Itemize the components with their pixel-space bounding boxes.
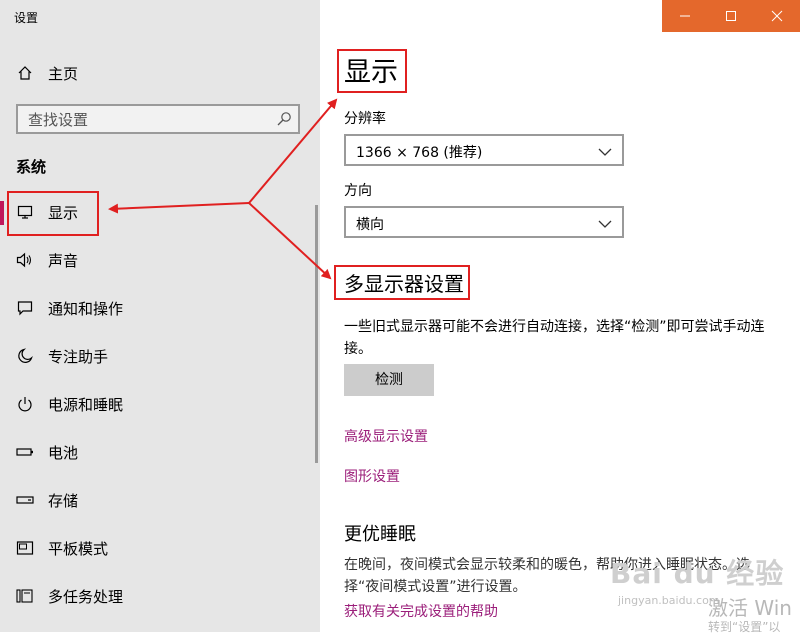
storage-icon [16,491,34,509]
search-field[interactable] [16,104,300,134]
sidebar-item-storage[interactable]: 存储 [0,478,320,522]
search-input[interactable] [26,109,270,131]
annotation-box [7,191,99,236]
sidebar-scrollbar[interactable] [315,205,318,463]
sidebar-item-label: 专注助手 [48,347,109,366]
detect-button[interactable]: 检测 [344,364,434,396]
sidebar: 设置 主页 系统 显示 声音 通知和操作 专注助手 [0,0,320,632]
sidebar-item-label: 平板模式 [48,539,109,558]
sidebar-item-sound[interactable]: 声音 [0,238,320,282]
annotation-box [337,49,407,93]
sidebar-item-label: 主页 [48,64,79,83]
sidebar-item-home[interactable]: 主页 [0,51,320,95]
resolution-value: 1366 × 768 (推荐) [356,145,483,161]
resolution-dropdown[interactable]: 1366 × 768 (推荐) [344,134,624,166]
resolution-label: 分辨率 [344,111,386,127]
tablet-icon [16,539,34,557]
section-heading: 系统 [16,158,47,176]
sidebar-item-multitasking[interactable]: 多任务处理 [0,574,320,618]
sidebar-item-label: 电源和睡眠 [48,395,124,414]
window-title: 设置 [14,11,39,25]
orientation-label: 方向 [344,183,372,199]
help-link[interactable]: 获取有关完成设置的帮助 [344,601,498,621]
sidebar-item-label: 通知和操作 [48,299,124,318]
main-content: 显示 分辨率 1366 × 768 (推荐) 方向 横向 多显示器设置 一些旧式… [320,0,800,632]
annotation-box [334,265,470,300]
home-icon [16,64,34,82]
sidebar-item-label: 存储 [48,491,79,510]
moon-icon [16,347,34,365]
battery-icon [16,443,34,461]
graphics-settings-link[interactable]: 图形设置 [344,466,400,486]
chevron-down-icon [598,217,612,228]
sidebar-item-focus-assist[interactable]: 专注助手 [0,334,320,378]
sidebar-item-power-sleep[interactable]: 电源和睡眠 [0,382,320,426]
sidebar-item-label: 电池 [48,443,79,462]
sidebar-item-label: 多任务处理 [48,587,124,606]
power-icon [16,395,34,413]
sidebar-item-label: 声音 [48,251,79,270]
sidebar-item-battery[interactable]: 电池 [0,430,320,474]
chevron-down-icon [598,145,612,156]
sidebar-item-notifications[interactable]: 通知和操作 [0,286,320,330]
multi-display-description: 一些旧式显示器可能不会进行自动连接，选择“检测”即可尝试手动连接。 [344,319,765,357]
orientation-dropdown[interactable]: 横向 [344,206,624,238]
multitask-icon [16,587,34,605]
advanced-display-settings-link[interactable]: 高级显示设置 [344,426,428,446]
search-icon[interactable] [276,111,292,127]
speaker-icon [16,251,34,269]
message-icon [16,299,34,317]
orientation-value: 横向 [356,217,384,233]
night-light-description: 在晚间，夜间模式会显示较柔和的暖色，帮助你进入睡眠状态。选择“夜间模式设置”进行… [344,557,750,595]
sidebar-item-tablet-mode[interactable]: 平板模式 [0,526,320,570]
night-light-heading: 更优睡眠 [344,524,416,545]
